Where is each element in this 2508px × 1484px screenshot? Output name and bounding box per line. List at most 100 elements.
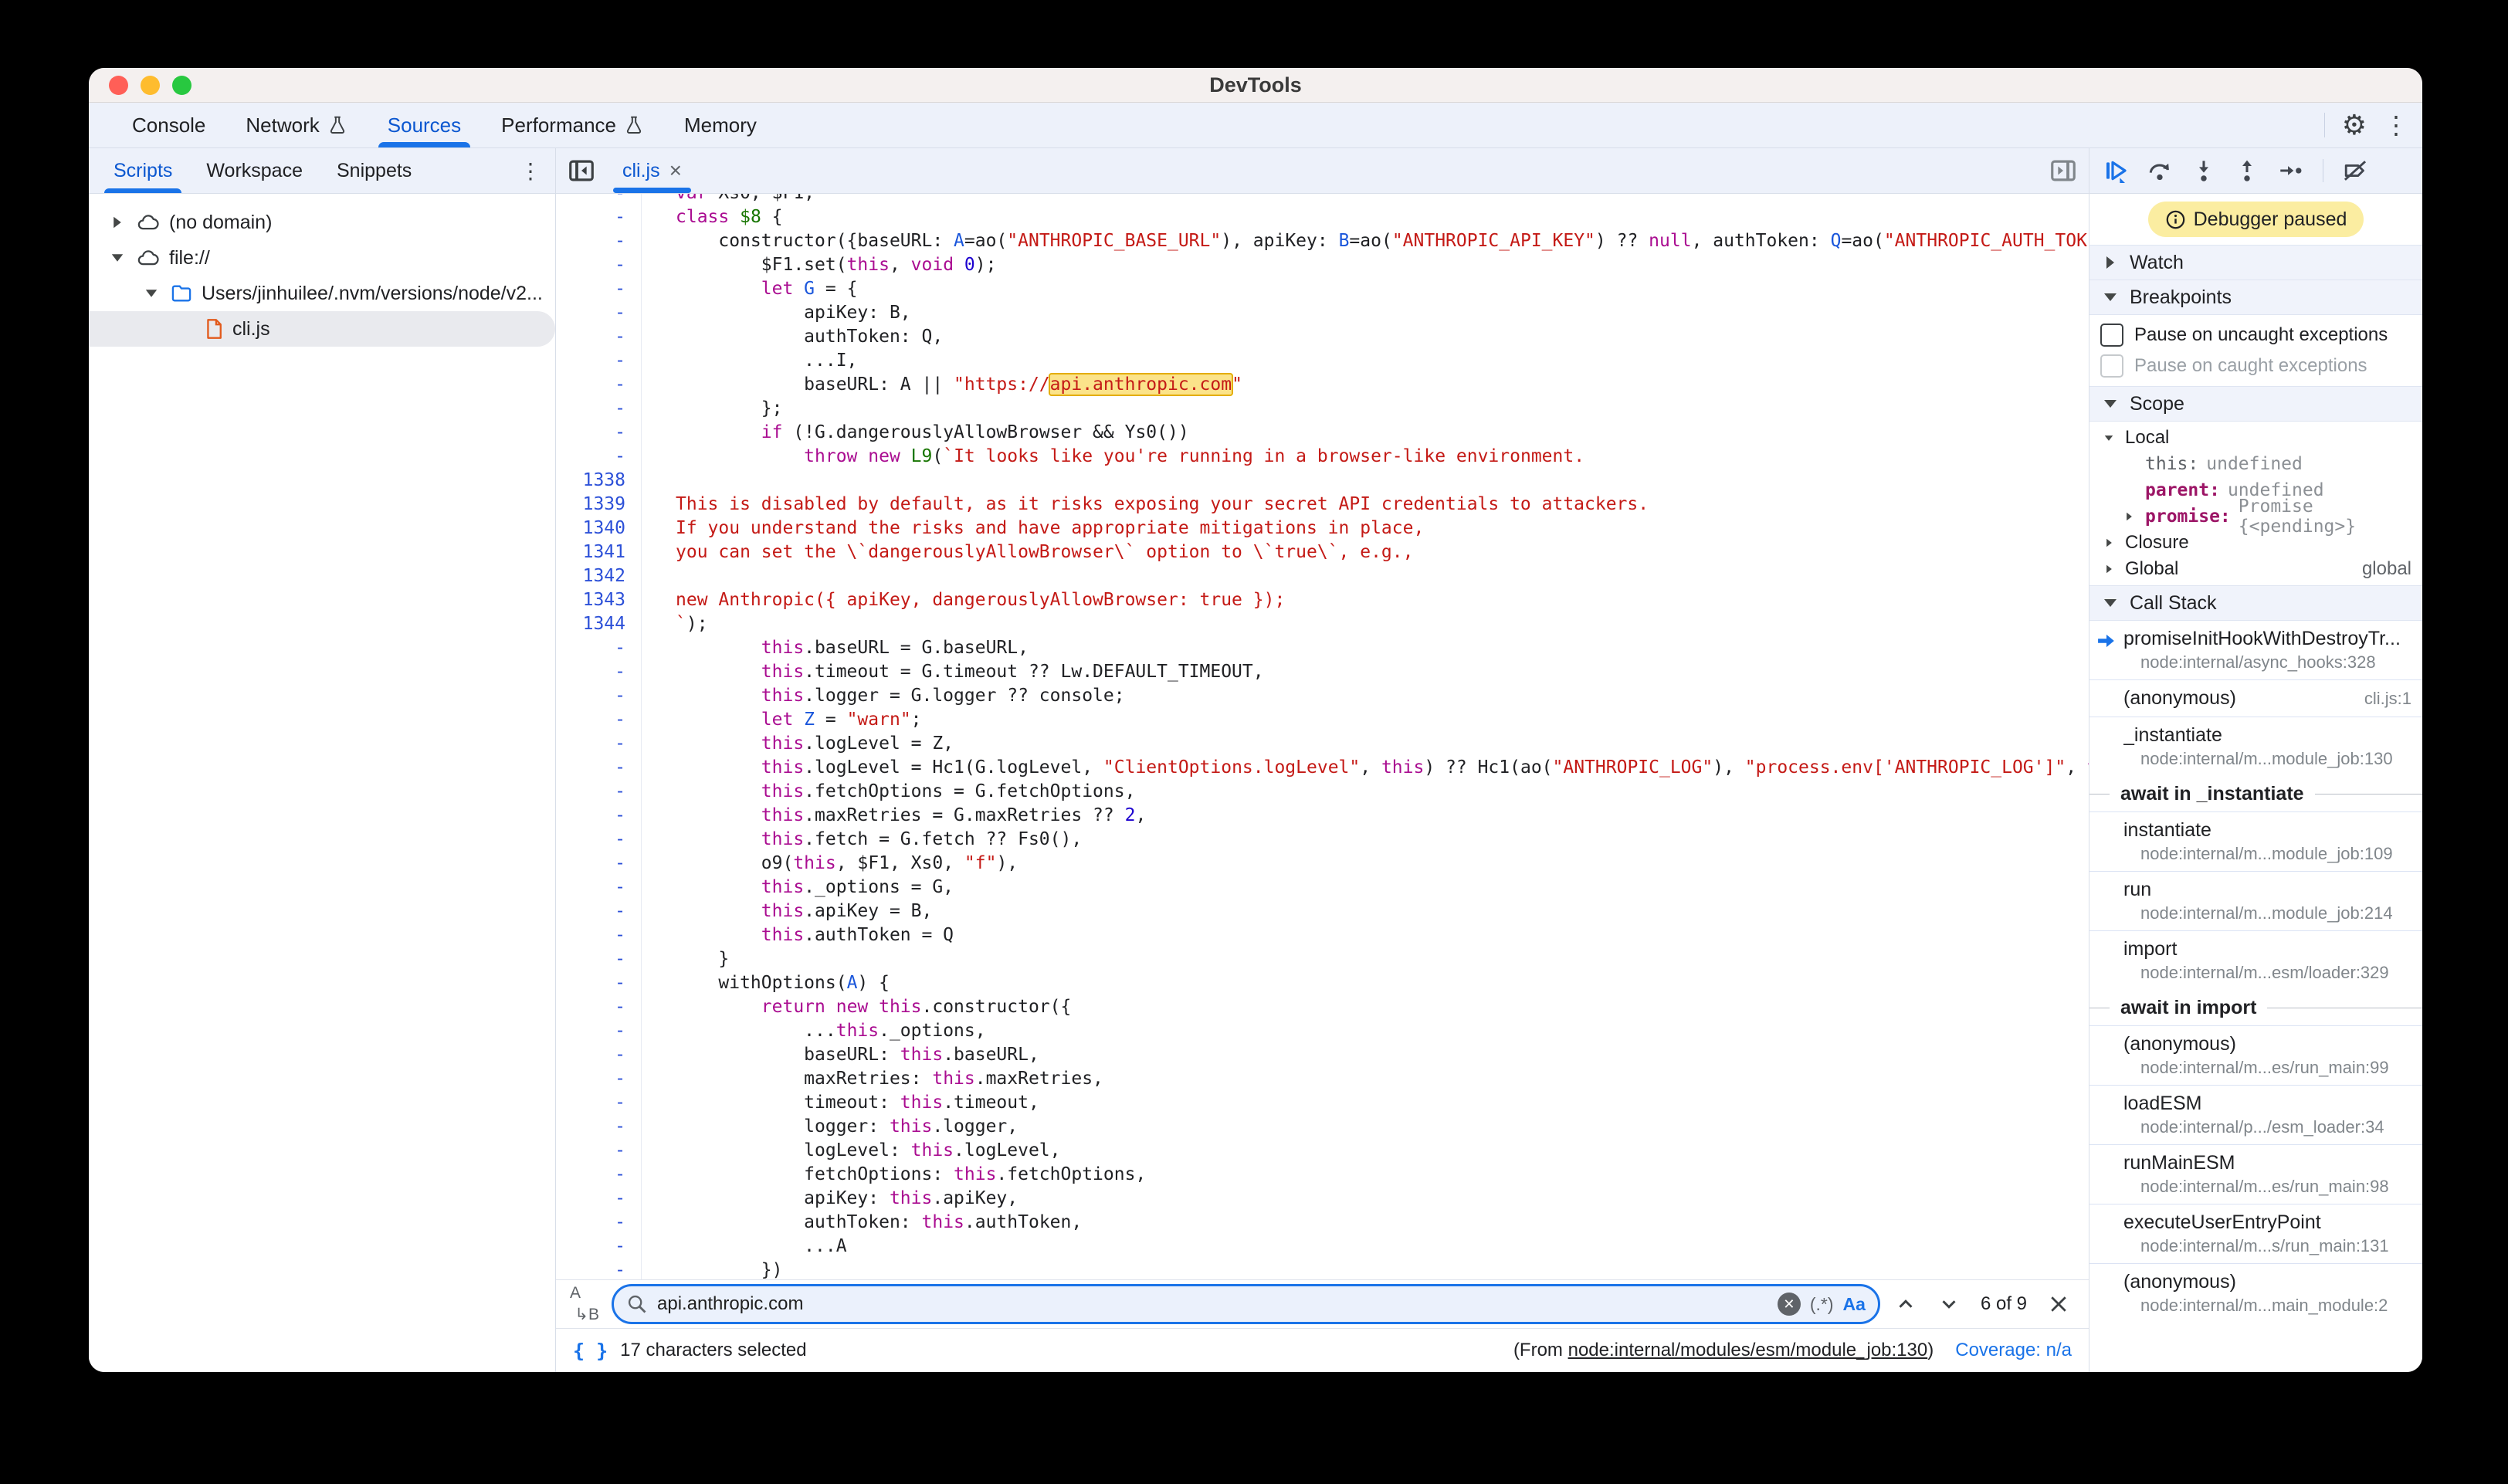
watch-section-header[interactable]: Watch <box>2089 245 2422 280</box>
gutter-line-number[interactable]: 1340 <box>556 517 642 540</box>
step-out-button[interactable] <box>2235 158 2259 183</box>
gutter-line-number[interactable]: - <box>556 828 642 852</box>
gutter-line-number[interactable]: - <box>556 804 642 828</box>
call-stack-frame[interactable]: executeUserEntryPointnode:internal/m...s… <box>2089 1204 2422 1263</box>
zoom-window-button[interactable] <box>172 76 191 95</box>
code-line-text[interactable]: timeout: this.timeout, <box>642 1091 1039 1115</box>
expander-down-icon[interactable] <box>107 253 127 263</box>
call-stack-frame[interactable]: (anonymous)cli.js:1 <box>2089 679 2422 717</box>
code-line-text[interactable]: new Anthropic({ apiKey, dangerouslyAllow… <box>642 588 1285 612</box>
gutter-line-number[interactable]: 1342 <box>556 564 642 588</box>
gutter-line-number[interactable]: - <box>556 1067 642 1091</box>
call-stack-frame[interactable]: promiseInitHookWithDestroyTr...node:inte… <box>2089 621 2422 679</box>
code-line-text[interactable]: authToken: this.authToken, <box>642 1211 1082 1235</box>
gutter-line-number[interactable]: - <box>556 277 642 301</box>
tree-item--no-domain-[interactable]: (no domain) <box>89 205 555 240</box>
tab-performance[interactable]: Performance <box>481 103 664 147</box>
expander-right-icon[interactable] <box>2100 564 2117 574</box>
code-line-text[interactable]: ...A <box>642 1235 847 1259</box>
next-match-icon[interactable] <box>1937 1293 1961 1316</box>
code-line-text[interactable]: return new this.constructor({ <box>642 995 1071 1019</box>
navigator-toggle-icon[interactable] <box>567 156 596 185</box>
code-line-text[interactable]: apiKey: B, <box>642 301 911 325</box>
breakpoint-option[interactable]: Pause on caught exceptions <box>2089 351 2422 381</box>
code-line-text[interactable]: baseURL: this.baseURL, <box>642 1043 1039 1067</box>
code-line-text[interactable]: } <box>642 947 729 971</box>
code-line-text[interactable]: you can set the \`dangerouslyAllowBrowse… <box>642 540 1413 564</box>
gutter-line-number[interactable]: - <box>556 325 642 349</box>
sidebar-tab-workspace[interactable]: Workspace <box>189 148 320 193</box>
close-tab-icon[interactable]: × <box>669 158 682 183</box>
gutter-line-number[interactable]: - <box>556 780 642 804</box>
gutter-line-number[interactable]: - <box>556 1019 642 1043</box>
gutter-line-number[interactable]: 1339 <box>556 493 642 517</box>
code-line-text[interactable]: if (!G.dangerouslyAllowBrowser && Ys0()) <box>642 421 1189 445</box>
sidebar-tab-snippets[interactable]: Snippets <box>320 148 429 193</box>
search-input[interactable]: api.anthropic.com ✕ (.*) Aa <box>612 1284 1880 1324</box>
gutter-line-number[interactable]: 1344 <box>556 612 642 636</box>
gutter-line-number[interactable]: - <box>556 900 642 923</box>
tab-console[interactable]: Console <box>112 103 225 147</box>
more-options-icon[interactable]: ⋮ <box>2384 110 2408 140</box>
code-line-text[interactable]: fetchOptions: this.fetchOptions, <box>642 1163 1146 1187</box>
gutter-line-number[interactable]: - <box>556 301 642 325</box>
code-line-text[interactable]: this.fetch = G.fetch ?? Fs0(), <box>642 828 1082 852</box>
code-line-text[interactable]: throw new L9(`It looks like you're runni… <box>642 445 1584 469</box>
call-stack-frame[interactable]: runnode:internal/m...module_job:214 <box>2089 871 2422 930</box>
gutter-line-number[interactable]: - <box>556 373 642 397</box>
tree-item-file-[interactable]: file:// <box>89 240 555 276</box>
gutter-line-number[interactable]: - <box>556 852 642 876</box>
gutter-line-number[interactable]: - <box>556 876 642 900</box>
scope-global-row[interactable]: Globalglobal <box>2089 556 2422 582</box>
gutter-line-number[interactable]: - <box>556 421 642 445</box>
code-line-text[interactable]: $F1.set(this, void 0); <box>642 253 996 277</box>
checkbox[interactable] <box>2100 324 2123 347</box>
code-line-text[interactable]: baseURL: A || "https://api.anthropic.com… <box>642 373 1242 397</box>
clear-search-icon[interactable]: ✕ <box>1778 1293 1801 1316</box>
code-line-text[interactable]: constructor({baseURL: A=ao("ANTHROPIC_BA… <box>642 229 2089 253</box>
code-line-text[interactable]: class $8 { <box>642 205 783 229</box>
scope-local-row[interactable]: Local <box>2089 425 2422 451</box>
call-stack-frame[interactable]: runMainESMnode:internal/m...es/run_main:… <box>2089 1144 2422 1204</box>
gutter-line-number[interactable]: - <box>556 1259 642 1279</box>
gutter-line-number[interactable]: - <box>556 971 642 995</box>
code-line-text[interactable]: }; <box>642 397 782 421</box>
gutter-line-number[interactable]: - <box>556 1091 642 1115</box>
debugger-panel-toggle-icon[interactable] <box>2049 156 2078 185</box>
search-query[interactable]: api.anthropic.com <box>657 1293 1768 1315</box>
call-stack-section-header[interactable]: Call Stack <box>2089 585 2422 621</box>
gutter-line-number[interactable]: - <box>556 684 642 708</box>
call-stack-frame[interactable]: (anonymous)node:internal/m...es/run_main… <box>2089 1025 2422 1085</box>
tab-sources[interactable]: Sources <box>368 103 481 147</box>
expander-right-icon[interactable] <box>2100 537 2117 548</box>
code-line-text[interactable]: this.apiKey = B, <box>642 900 932 923</box>
scope-variable-row[interactable]: promise: Promise {<pending>} <box>2089 503 2422 530</box>
gutter-line-number[interactable]: - <box>556 205 642 229</box>
code-line-text[interactable]: `); <box>642 612 708 636</box>
gutter-line-number[interactable]: - <box>556 1043 642 1067</box>
expander-down-icon[interactable] <box>2100 435 2117 442</box>
step-button[interactable] <box>2278 158 2304 183</box>
code-line-text[interactable] <box>642 469 686 493</box>
code-line-text[interactable]: This is disabled by default, as it risks… <box>642 493 1649 517</box>
deactivate-breakpoints-button[interactable] <box>2342 158 2368 183</box>
gutter-line-number[interactable]: - <box>556 732 642 756</box>
editor-tab-clijs[interactable]: cli.js × <box>607 148 697 193</box>
code-line-text[interactable]: o9(this, $F1, Xs0, "f"), <box>642 852 1018 876</box>
code-line-text[interactable]: logLevel: this.logLevel, <box>642 1139 1061 1163</box>
close-find-bar-icon[interactable] <box>2047 1293 2070 1316</box>
code-line-text[interactable]: ...this._options, <box>642 1019 986 1043</box>
code-line-text[interactable]: let G = { <box>642 277 857 301</box>
gutter-line-number[interactable]: - <box>556 253 642 277</box>
gutter-line-number[interactable]: - <box>556 1211 642 1235</box>
scope-section-header[interactable]: Scope <box>2089 386 2422 422</box>
code-line-text[interactable]: this.baseURL = G.baseURL, <box>642 636 1029 660</box>
gutter-line-number[interactable]: - <box>556 1163 642 1187</box>
code-line-text[interactable]: this.timeout = G.timeout ?? Lw.DEFAULT_T… <box>642 660 1264 684</box>
call-stack-frame[interactable]: _instantiatenode:internal/m...module_job… <box>2089 717 2422 776</box>
resume-script-button[interactable] <box>2103 158 2128 183</box>
regex-toggle[interactable]: (.*) <box>1810 1294 1834 1315</box>
match-case-toggle[interactable]: Aa <box>1843 1294 1866 1315</box>
gutter-line-number[interactable]: - <box>556 1187 642 1211</box>
settings-gear-icon[interactable]: ⚙ <box>2342 111 2367 139</box>
